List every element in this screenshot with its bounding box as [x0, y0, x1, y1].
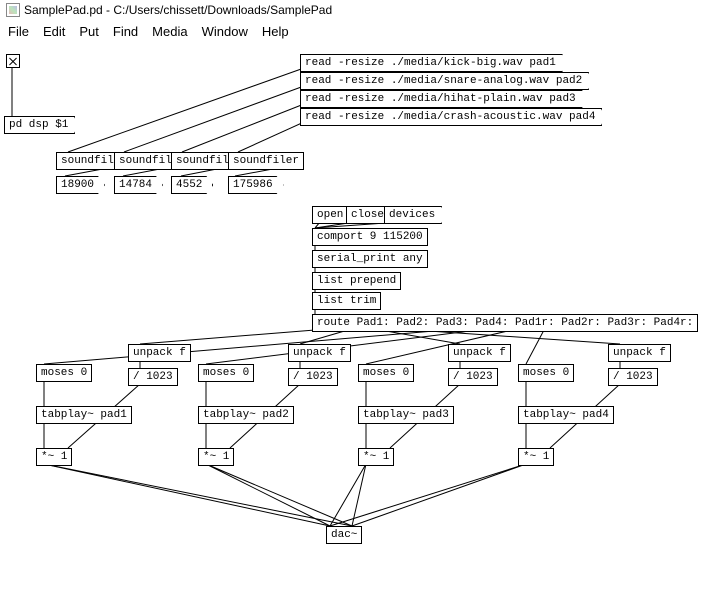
div-4[interactable]: / 1023 [608, 368, 658, 386]
soundfiler-4[interactable]: soundfiler [228, 152, 304, 170]
dsp-toggle[interactable] [6, 54, 20, 68]
samples-3[interactable]: 4552 [171, 176, 213, 194]
menu-help[interactable]: Help [262, 24, 289, 39]
menubar: File Edit Put Find Media Window Help [0, 20, 720, 47]
moses-1[interactable]: moses 0 [36, 364, 92, 382]
menu-find[interactable]: Find [113, 24, 138, 39]
moses-4[interactable]: moses 0 [518, 364, 574, 382]
serial-print-obj[interactable]: serial_print any [312, 250, 428, 268]
mult-1[interactable]: *~ 1 [36, 448, 72, 466]
samples-1[interactable]: 18900 [56, 176, 105, 194]
menu-window[interactable]: Window [202, 24, 248, 39]
unpack-3[interactable]: unpack f [448, 344, 511, 362]
open-msg[interactable]: open [312, 206, 350, 224]
devices-msg[interactable]: devices [384, 206, 442, 224]
comport-obj[interactable]: comport 9 115200 [312, 228, 428, 246]
menu-edit[interactable]: Edit [43, 24, 65, 39]
patch-canvas[interactable]: pd dsp $1 read -resize ./media/kick-big.… [0, 48, 720, 600]
read-msg-4[interactable]: read -resize ./media/crash-acoustic.wav … [300, 108, 602, 126]
div-3[interactable]: / 1023 [448, 368, 498, 386]
tabplay-4[interactable]: tabplay~ pad4 [518, 406, 614, 424]
menu-media[interactable]: Media [152, 24, 187, 39]
tabplay-2[interactable]: tabplay~ pad2 [198, 406, 294, 424]
tabplay-1[interactable]: tabplay~ pad1 [36, 406, 132, 424]
moses-2[interactable]: moses 0 [198, 364, 254, 382]
pd-app-icon [6, 3, 20, 17]
unpack-4[interactable]: unpack f [608, 344, 671, 362]
menu-file[interactable]: File [8, 24, 29, 39]
read-msg-2[interactable]: read -resize ./media/snare-analog.wav pa… [300, 72, 589, 90]
unpack-2[interactable]: unpack f [288, 344, 351, 362]
read-msg-1[interactable]: read -resize ./media/kick-big.wav pad1 [300, 54, 563, 72]
div-2[interactable]: / 1023 [288, 368, 338, 386]
unpack-1[interactable]: unpack f [128, 344, 191, 362]
menu-put[interactable]: Put [79, 24, 99, 39]
mult-4[interactable]: *~ 1 [518, 448, 554, 466]
list-trim-obj[interactable]: list trim [312, 292, 381, 310]
samples-2[interactable]: 14784 [114, 176, 163, 194]
mult-3[interactable]: *~ 1 [358, 448, 394, 466]
div-1[interactable]: / 1023 [128, 368, 178, 386]
tabplay-3[interactable]: tabplay~ pad3 [358, 406, 454, 424]
titlebar: SamplePad.pd - C:/Users/chissett/Downloa… [0, 0, 720, 20]
route-obj[interactable]: route Pad1: Pad2: Pad3: Pad4: Pad1r: Pad… [312, 314, 698, 332]
mult-2[interactable]: *~ 1 [198, 448, 234, 466]
pd-dsp-msg[interactable]: pd dsp $1 [4, 116, 75, 134]
dac-obj[interactable]: dac~ [326, 526, 362, 544]
samples-4[interactable]: 175986 [228, 176, 284, 194]
read-msg-3[interactable]: read -resize ./media/hihat-plain.wav pad… [300, 90, 583, 108]
list-prepend-obj[interactable]: list prepend [312, 272, 401, 290]
moses-3[interactable]: moses 0 [358, 364, 414, 382]
window-title: SamplePad.pd - C:/Users/chissett/Downloa… [24, 3, 332, 17]
